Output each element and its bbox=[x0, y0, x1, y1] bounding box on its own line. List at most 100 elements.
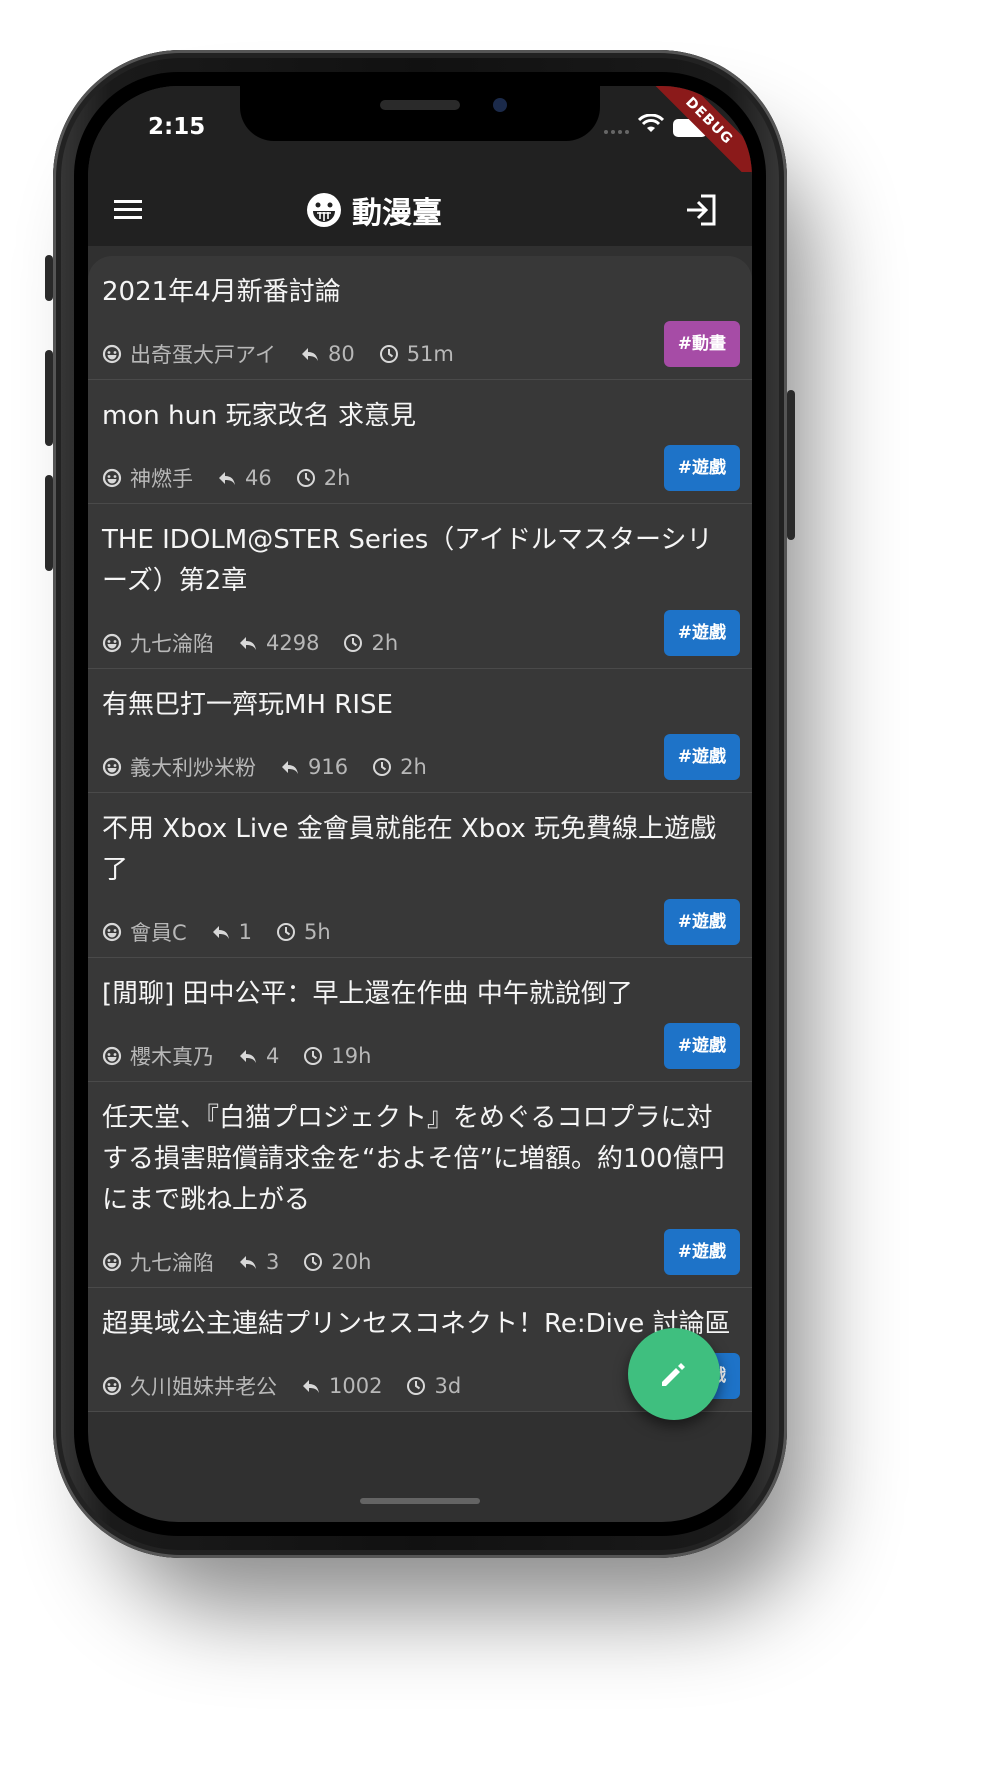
mute-switch bbox=[45, 255, 53, 301]
thread-author: 櫻木真乃 bbox=[130, 1045, 214, 1069]
thread-item[interactable]: THE IDOLM@STER Series（アイドルマスターシリーズ）第2章 九… bbox=[88, 504, 752, 669]
signal-icon bbox=[604, 130, 630, 136]
grin-face-icon bbox=[307, 193, 341, 227]
user-face-icon bbox=[102, 1046, 122, 1066]
thread-item[interactable]: 不用 Xbox Live 金會員就能在 Xbox 玩免費線上遊戲了 會員C 1 … bbox=[88, 793, 752, 958]
front-camera bbox=[493, 98, 507, 112]
thread-meta: 九七淪陷 3 20h bbox=[102, 1247, 740, 1277]
thread-time: 19h bbox=[331, 1044, 372, 1068]
thread-item[interactable]: 任天堂、『白猫プロジェクト』をめぐるコロプラに対する損害賠償請求金を“およそ倍”… bbox=[88, 1082, 752, 1288]
app-title: 動漫臺 bbox=[352, 196, 442, 231]
thread-meta: 九七淪陷 4298 2h bbox=[102, 628, 740, 658]
thread-replies: 80 bbox=[327, 342, 355, 366]
status-time: 2:15 bbox=[148, 114, 206, 140]
thread-meta: 櫻木真乃 4 19h bbox=[102, 1041, 740, 1071]
thread-tag[interactable]: #遊戲 bbox=[663, 899, 740, 945]
user-face-icon bbox=[102, 1252, 122, 1272]
user-face-icon bbox=[102, 1376, 122, 1396]
reply-icon bbox=[301, 348, 318, 361]
volume-up-button bbox=[45, 350, 53, 446]
clock-icon bbox=[407, 1377, 426, 1395]
thread-title: 不用 Xbox Live 金會員就能在 Xbox 玩免費線上遊戲了 bbox=[102, 814, 717, 885]
clock-icon bbox=[344, 634, 363, 652]
user-face-icon bbox=[102, 344, 122, 364]
clock-icon bbox=[373, 758, 392, 776]
user-face-icon bbox=[102, 922, 122, 942]
thread-replies: 916 bbox=[308, 755, 349, 779]
thread-author: 九七淪陷 bbox=[130, 632, 214, 656]
thread-meta: 神燃手 46 2h bbox=[102, 463, 740, 493]
thread-replies: 4298 bbox=[266, 631, 320, 655]
new-thread-button[interactable] bbox=[628, 1328, 720, 1420]
reply-icon bbox=[212, 926, 229, 939]
thread-item[interactable]: 2021年4月新番討論 出奇蛋大戸アイ 80 51m #動畫 bbox=[88, 256, 752, 380]
device-frame: 2:15 DEBUG 動漫臺 2021年4月新番討論 出奇蛋大戸アイ 80 51… bbox=[0, 0, 1000, 1790]
thread-item[interactable]: 有無巴打一齊玩MH RISE 義大利炒米粉 916 2h #遊戲 bbox=[88, 669, 752, 793]
thread-time: 20h bbox=[331, 1250, 372, 1274]
reply-icon bbox=[303, 1380, 319, 1393]
user-face-icon bbox=[102, 468, 122, 488]
thread-time: 2h bbox=[371, 631, 399, 655]
thread-author: 九七淪陷 bbox=[130, 1251, 214, 1275]
thread-tag[interactable]: #遊戲 bbox=[663, 1229, 740, 1275]
reply-icon bbox=[282, 761, 298, 774]
app-bar: 動漫臺 bbox=[88, 172, 752, 246]
user-face-icon bbox=[102, 757, 122, 777]
thread-tag[interactable]: #遊戲 bbox=[663, 1023, 740, 1069]
login-button[interactable] bbox=[683, 192, 723, 232]
thread-time: 3d bbox=[434, 1374, 462, 1398]
reply-icon bbox=[240, 637, 256, 650]
clock-icon bbox=[304, 1047, 323, 1065]
menu-button[interactable] bbox=[104, 188, 148, 232]
thread-time: 2h bbox=[323, 466, 351, 490]
wifi-icon bbox=[637, 113, 665, 138]
home-indicator[interactable] bbox=[360, 1498, 480, 1504]
clock-icon bbox=[379, 345, 398, 363]
thread-author: 久川姐妹丼老公 bbox=[130, 1375, 277, 1399]
thread-replies: 3 bbox=[266, 1250, 280, 1274]
user-face-icon bbox=[102, 633, 122, 653]
thread-meta: 義大利炒米粉 916 2h bbox=[102, 752, 740, 782]
thread-replies: 46 bbox=[245, 466, 272, 490]
volume-down-button bbox=[45, 475, 53, 571]
thread-time: 51m bbox=[406, 342, 454, 366]
thread-tag[interactable]: #遊戲 bbox=[663, 610, 740, 656]
clock-icon bbox=[296, 469, 315, 487]
thread-title: mon hun 玩家改名 求意見 bbox=[102, 401, 416, 431]
clock-icon bbox=[277, 923, 296, 941]
thread-title: 有無巴打一齊玩MH RISE bbox=[102, 690, 393, 720]
power-button bbox=[787, 390, 795, 540]
app-title-group: 動漫臺 bbox=[306, 188, 442, 232]
thread-author: 出奇蛋大戸アイ bbox=[130, 343, 276, 367]
clock-icon bbox=[304, 1253, 323, 1271]
reply-icon bbox=[240, 1050, 256, 1063]
thread-time: 2h bbox=[400, 755, 427, 779]
thread-author: 神燃手 bbox=[130, 467, 193, 491]
thread-replies: 4 bbox=[266, 1044, 280, 1068]
pencil-icon bbox=[662, 1363, 685, 1386]
thread-item[interactable]: mon hun 玩家改名 求意見 神燃手 46 2h #遊戲 bbox=[88, 380, 752, 504]
thread-tag[interactable]: #遊戲 bbox=[663, 445, 740, 491]
thread-replies: 1 bbox=[238, 920, 253, 944]
thread-title: [閒聊] 田中公平：早上還在作曲 中午就說倒了 bbox=[102, 979, 633, 1009]
reply-icon bbox=[219, 472, 235, 485]
screen: 2:15 DEBUG 動漫臺 2021年4月新番討論 出奇蛋大戸アイ 80 51… bbox=[88, 86, 752, 1522]
thread-meta: 會員C 1 5h bbox=[102, 917, 740, 947]
thread-author: 義大利炒米粉 bbox=[130, 756, 256, 780]
thread-title: THE IDOLM@STER Series（アイドルマスターシリーズ）第2章 bbox=[102, 525, 713, 596]
thread-title: 任天堂、『白猫プロジェクト』をめぐるコロプラに対する損害賠償請求金を“およそ倍”… bbox=[102, 1103, 725, 1215]
thread-item[interactable]: [閒聊] 田中公平：早上還在作曲 中午就說倒了 櫻木真乃 4 19h #遊戲 bbox=[88, 958, 752, 1082]
status-bar: 2:15 DEBUG bbox=[88, 86, 752, 184]
thread-meta: 出奇蛋大戸アイ 80 51m bbox=[102, 339, 740, 369]
thread-title: 2021年4月新番討論 bbox=[102, 277, 341, 307]
notch bbox=[240, 86, 600, 141]
thread-replies: 1002 bbox=[329, 1374, 383, 1398]
speaker-grille bbox=[380, 100, 460, 110]
thread-author: 會員C bbox=[130, 921, 187, 945]
reply-icon bbox=[240, 1256, 256, 1269]
login-icon bbox=[687, 194, 716, 226]
thread-tag[interactable]: #動畫 bbox=[663, 321, 740, 367]
thread-tag[interactable]: #遊戲 bbox=[663, 734, 740, 780]
thread-time: 5h bbox=[304, 920, 331, 944]
thread-list-content: 2021年4月新番討論 出奇蛋大戸アイ 80 51m #動畫 mon hun 玩… bbox=[88, 256, 752, 1412]
